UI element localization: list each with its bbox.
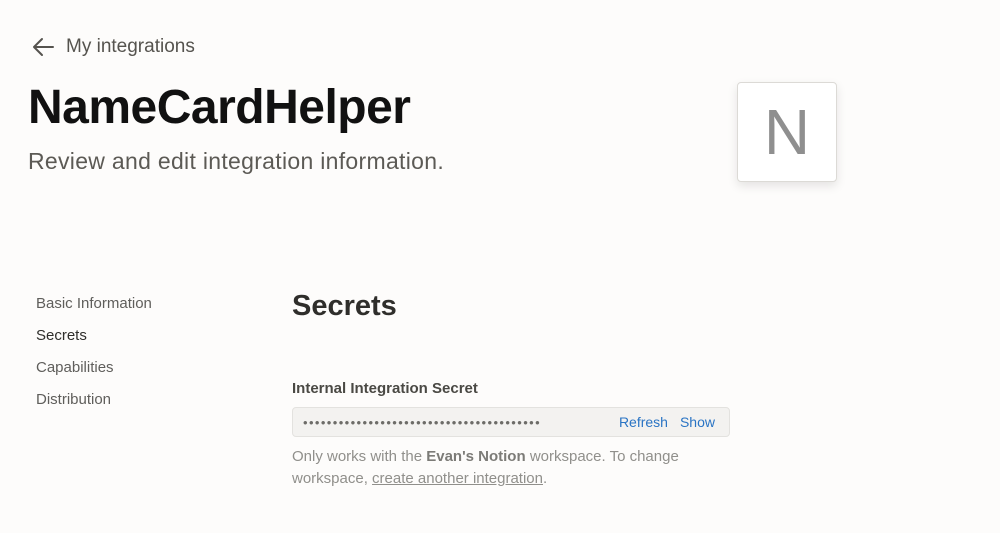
create-another-integration-link[interactable]: create another integration <box>372 470 543 487</box>
secret-help-text: Only works with the Evan's Notion worksp… <box>292 446 722 490</box>
secret-field: ••••••••••••••••••••••••••••••••••••••••… <box>292 407 730 437</box>
integration-logo[interactable]: N <box>737 82 837 182</box>
refresh-button[interactable]: Refresh <box>619 414 668 430</box>
arrow-left-icon <box>32 37 54 57</box>
sidebar-item-basic-information[interactable]: Basic Information <box>36 294 152 326</box>
workspace-name: Evan's Notion <box>426 448 526 465</box>
secret-actions: Refresh Show <box>619 414 715 430</box>
settings-sidebar: Basic Information Secrets Capabilities D… <box>36 294 152 422</box>
help-text-suffix: . <box>543 470 548 487</box>
back-link-label: My integrations <box>66 36 195 57</box>
secret-masked-value[interactable]: •••••••••••••••••••••••••••••••••••••••• <box>303 415 603 430</box>
secret-field-label: Internal Integration Secret <box>292 380 478 397</box>
help-text-prefix: Only works with the <box>292 448 423 465</box>
back-link-my-integrations[interactable]: My integrations <box>32 36 195 58</box>
section-title: Secrets <box>292 290 397 322</box>
integration-logo-letter: N <box>763 96 811 168</box>
sidebar-item-capabilities[interactable]: Capabilities <box>36 358 152 390</box>
page-subtitle: Review and edit integration information. <box>28 148 445 174</box>
sidebar-item-secrets[interactable]: Secrets <box>36 326 152 358</box>
sidebar-item-distribution[interactable]: Distribution <box>36 390 152 422</box>
show-button[interactable]: Show <box>680 414 715 430</box>
page-title: NameCardHelper <box>28 81 411 134</box>
